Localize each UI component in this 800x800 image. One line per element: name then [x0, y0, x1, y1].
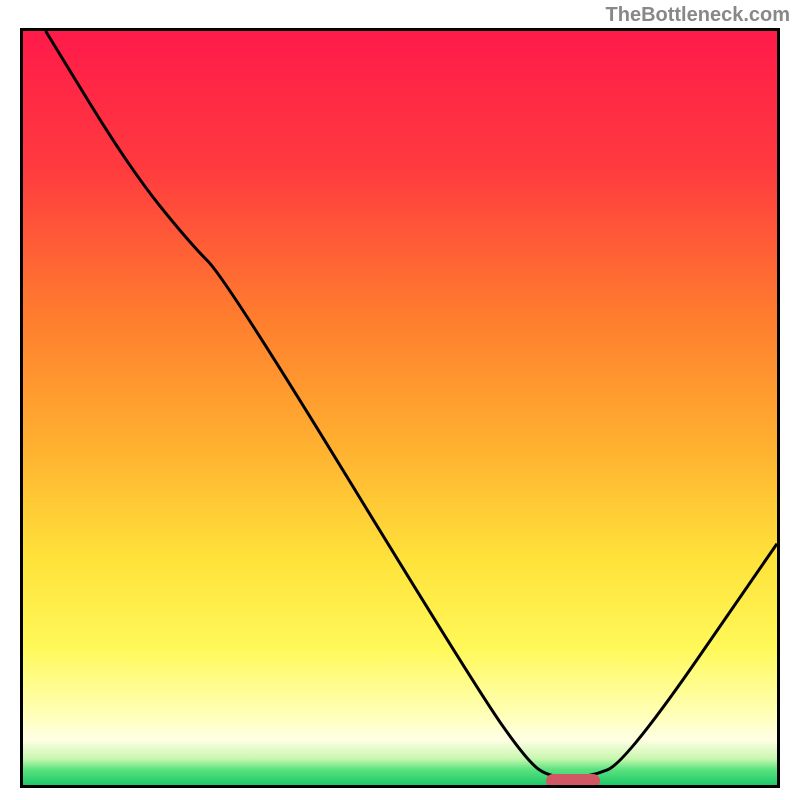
bottleneck-curve [23, 31, 777, 785]
chart-frame [20, 28, 780, 788]
optimal-marker [546, 774, 600, 788]
watermark-text: TheBottleneck.com [606, 4, 790, 27]
